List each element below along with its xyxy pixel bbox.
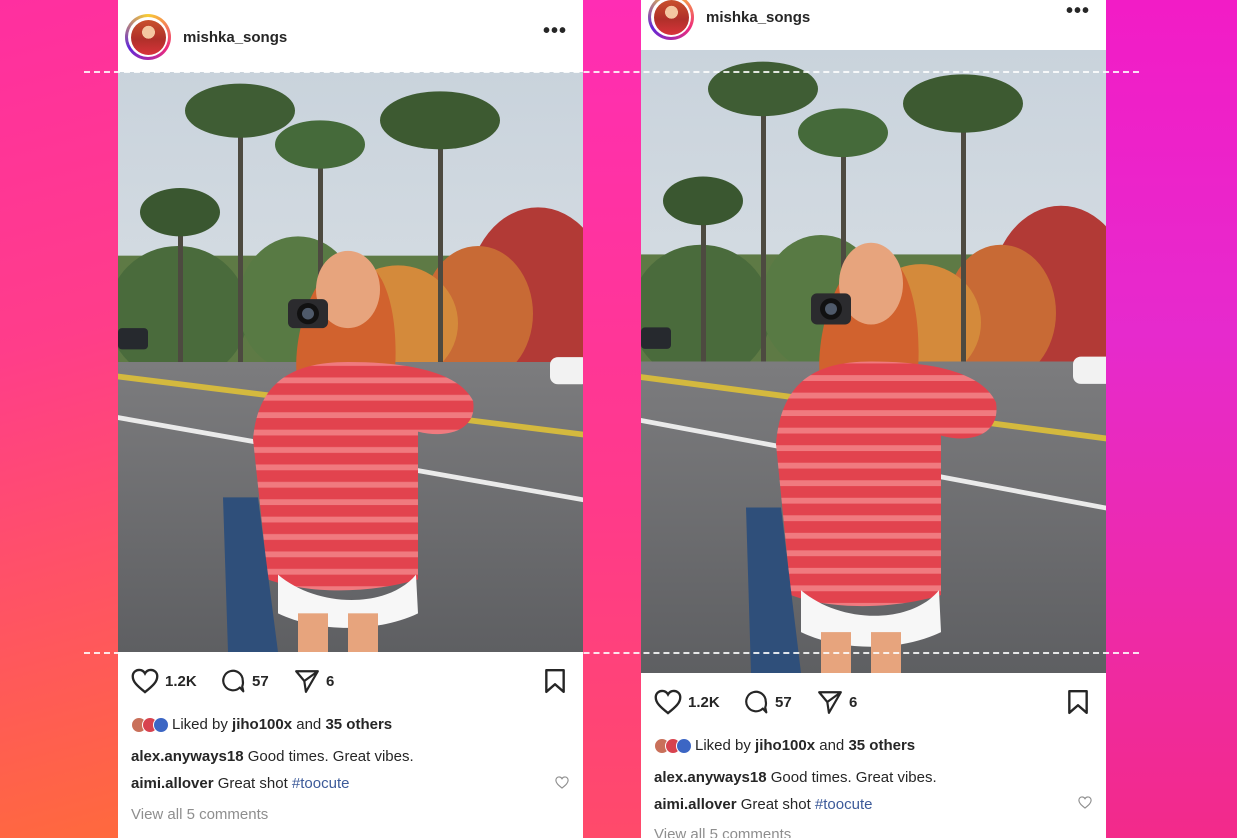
post-header: mishka_songs ••• bbox=[641, 0, 1106, 52]
comment-text: Great shot bbox=[213, 775, 292, 792]
like-count: 1.2K bbox=[165, 672, 197, 690]
comment-row: aimi.allover Great shot #toocute bbox=[131, 775, 349, 792]
comment-row: aimi.allover Great shot #toocute bbox=[654, 796, 872, 813]
save-button[interactable] bbox=[1066, 689, 1090, 715]
post-header: mishka_songs ••• bbox=[118, 2, 583, 72]
comment-button[interactable]: 57 bbox=[743, 689, 792, 715]
comment-text: Great shot bbox=[736, 796, 815, 813]
comment-count: 57 bbox=[252, 672, 269, 690]
comment-user[interactable]: aimi.allover bbox=[131, 775, 214, 792]
username[interactable]: mishka_songs bbox=[706, 9, 810, 26]
heart-icon bbox=[654, 689, 682, 715]
share-count: 6 bbox=[849, 693, 858, 711]
background-strip-right bbox=[1106, 0, 1237, 838]
post-photo[interactable] bbox=[641, 50, 1106, 673]
liked-by-and: and bbox=[819, 737, 845, 754]
comment-count: 57 bbox=[775, 693, 792, 711]
liked-by-prefix: Liked by bbox=[172, 716, 228, 733]
avatar[interactable] bbox=[125, 14, 171, 60]
liked-by-row: Liked by jiho100x and 35 others bbox=[131, 716, 392, 733]
guide-line-top bbox=[84, 71, 1139, 73]
comment-icon bbox=[745, 690, 768, 714]
heart-icon[interactable] bbox=[555, 776, 569, 789]
save-button[interactable] bbox=[543, 668, 567, 694]
view-all-comments-link[interactable]: View all 5 comments bbox=[654, 826, 791, 838]
username[interactable]: mishka_songs bbox=[183, 29, 287, 46]
like-button[interactable]: 1.2K bbox=[131, 668, 197, 694]
share-icon bbox=[818, 691, 842, 714]
heart-icon[interactable] bbox=[1078, 796, 1092, 809]
comment-button[interactable]: 57 bbox=[220, 668, 269, 694]
share-button[interactable]: 6 bbox=[294, 668, 334, 694]
post-card-right: mishka_songs ••• 1.2K 57 6 Liked by jiho… bbox=[641, 0, 1106, 838]
liked-by-others[interactable]: 35 others bbox=[848, 737, 915, 754]
heart-icon bbox=[131, 668, 159, 694]
action-bar: 1.2K 57 6 bbox=[118, 668, 583, 700]
comment-text: Good times. Great vibes. bbox=[766, 769, 937, 786]
share-count: 6 bbox=[326, 672, 335, 690]
liked-by-and: and bbox=[296, 716, 322, 733]
like-count: 1.2K bbox=[688, 693, 720, 711]
liked-by-others[interactable]: 35 others bbox=[325, 716, 392, 733]
liked-by-user[interactable]: jiho100x bbox=[755, 737, 815, 754]
liked-by-prefix: Liked by bbox=[695, 737, 751, 754]
action-bar: 1.2K 57 6 bbox=[641, 689, 1106, 721]
avatar[interactable] bbox=[648, 0, 694, 40]
liked-by-row: Liked by jiho100x and 35 others bbox=[654, 737, 915, 754]
more-icon[interactable]: ••• bbox=[543, 21, 567, 41]
guide-line-bottom bbox=[84, 652, 1139, 654]
more-icon[interactable]: ••• bbox=[1066, 1, 1090, 21]
share-icon bbox=[295, 670, 319, 693]
hashtag-link[interactable]: #toocute bbox=[292, 775, 350, 792]
comment-text: Good times. Great vibes. bbox=[243, 748, 414, 765]
liked-by-user[interactable]: jiho100x bbox=[232, 716, 292, 733]
post-card-left: mishka_songs ••• 1.2K 57 6 Liked by jiho… bbox=[118, 0, 583, 838]
comment-icon bbox=[222, 669, 245, 693]
background-strip-middle bbox=[583, 0, 641, 838]
liker-avatars[interactable] bbox=[131, 716, 169, 733]
liker-avatars[interactable] bbox=[654, 737, 692, 754]
hashtag-link[interactable]: #toocute bbox=[815, 796, 873, 813]
comment-user[interactable]: alex.anyways18 bbox=[654, 769, 767, 786]
bookmark-icon bbox=[545, 668, 565, 694]
like-button[interactable]: 1.2K bbox=[654, 689, 720, 715]
comment-user[interactable]: aimi.allover bbox=[654, 796, 737, 813]
post-photo[interactable] bbox=[118, 72, 583, 652]
share-button[interactable]: 6 bbox=[817, 689, 857, 715]
view-all-comments-link[interactable]: View all 5 comments bbox=[131, 806, 268, 823]
comment-row: alex.anyways18 Good times. Great vibes. bbox=[131, 748, 414, 765]
bookmark-icon bbox=[1068, 689, 1088, 715]
comment-row: alex.anyways18 Good times. Great vibes. bbox=[654, 769, 937, 786]
comment-user[interactable]: alex.anyways18 bbox=[131, 748, 244, 765]
